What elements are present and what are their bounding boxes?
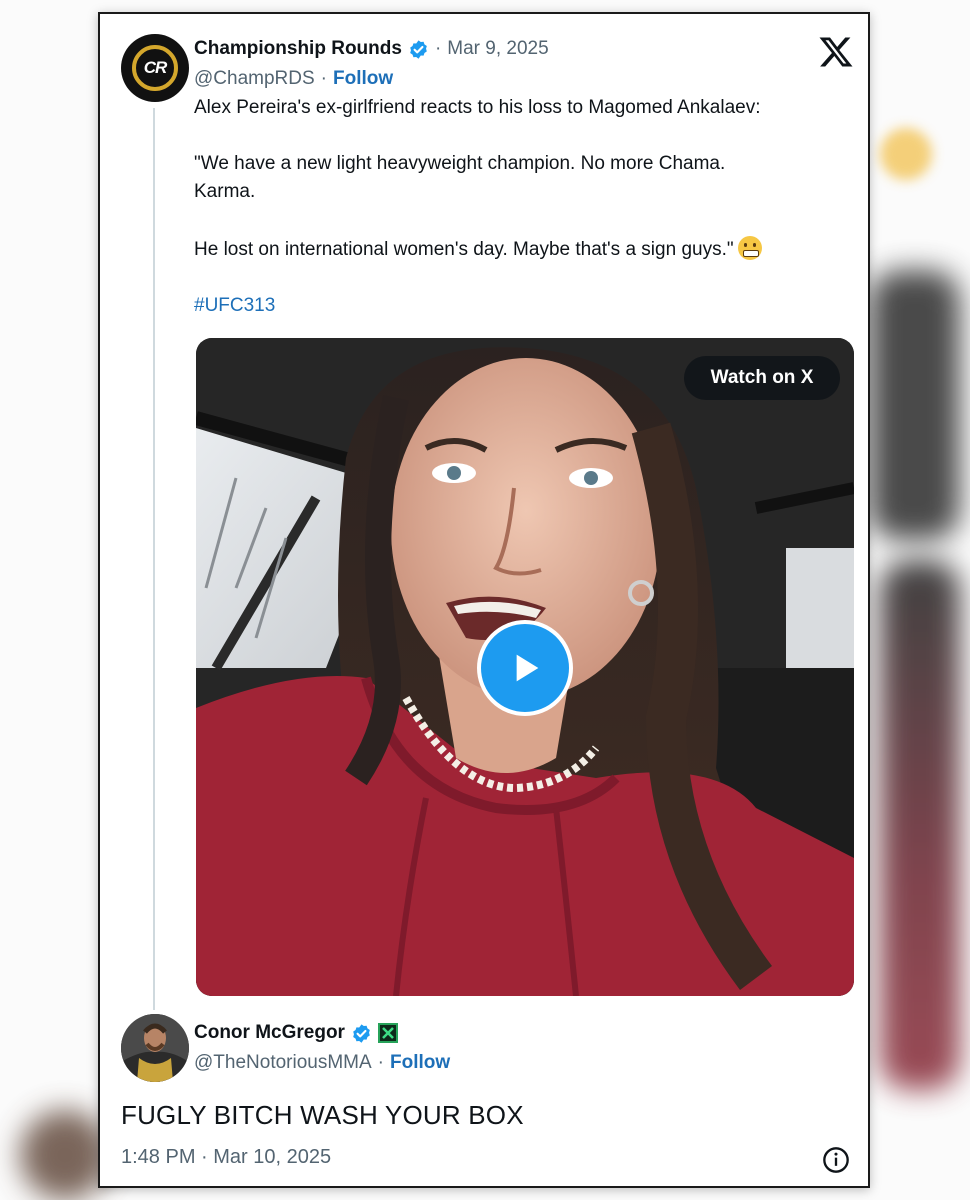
hashtag-link[interactable]: #UFC313 bbox=[194, 292, 275, 320]
watch-on-x-button[interactable]: Watch on X bbox=[684, 356, 840, 400]
reply-text: FUGLY BITCH WASH YOUR BOX bbox=[121, 1100, 524, 1130]
tweet-author-name[interactable]: Championship Rounds bbox=[194, 38, 402, 60]
separator-dot: · bbox=[377, 1052, 384, 1073]
tweet-text-line-4: He lost on international women's day. Ma… bbox=[194, 236, 762, 264]
avatar-logo: CR bbox=[132, 45, 178, 91]
reply-handle-row: @TheNotoriousMMA · Follow bbox=[194, 1050, 450, 1076]
tweet-text-quote-end: He lost on international women's day. Ma… bbox=[194, 239, 734, 260]
follow-button[interactable]: Follow bbox=[390, 1052, 450, 1074]
thread-connector-line bbox=[153, 108, 155, 1010]
tweet-text-line-1: Alex Pereira's ex-girlfriend reacts to h… bbox=[194, 97, 761, 118]
background-blur-right-bottom bbox=[880, 560, 960, 1090]
video-player[interactable]: Watch on X bbox=[196, 338, 854, 996]
play-icon bbox=[516, 654, 539, 682]
reply-author-handle[interactable]: @TheNotoriousMMA bbox=[194, 1052, 372, 1074]
affiliate-badge-icon bbox=[377, 1023, 398, 1043]
reply-author-row: Conor McGregor bbox=[194, 1020, 398, 1046]
background-blur-left bbox=[20, 1110, 110, 1200]
verified-badge-icon bbox=[353, 1023, 370, 1043]
grinning-emoji-icon bbox=[737, 236, 762, 260]
tweet-date[interactable]: Mar 9, 2025 bbox=[447, 38, 548, 60]
tweet-card: CR Championship Rounds · Mar 9, 2025 @Ch… bbox=[98, 12, 870, 1188]
avatar-photo bbox=[121, 1014, 189, 1082]
reply-timestamp[interactable]: 1:48 PM · Mar 10, 2025 bbox=[121, 1146, 331, 1169]
follow-button[interactable]: Follow bbox=[333, 68, 393, 90]
tweet-author-row: Championship Rounds · Mar 9, 2025 bbox=[194, 36, 549, 62]
x-logo-icon[interactable] bbox=[818, 34, 854, 70]
separator-dot: · bbox=[434, 38, 442, 59]
background-sun-decoration bbox=[880, 128, 932, 180]
verified-badge-icon bbox=[410, 39, 427, 59]
info-icon[interactable] bbox=[822, 1146, 850, 1174]
reply-author-name[interactable]: Conor McGregor bbox=[194, 1022, 345, 1044]
tweet-text-line-3: Karma. bbox=[194, 181, 256, 202]
play-button[interactable] bbox=[477, 620, 573, 716]
conor-mcgregor-avatar[interactable] bbox=[121, 1014, 189, 1082]
tweet-author-handle[interactable]: @ChampRDS bbox=[194, 68, 315, 90]
separator-dot: · bbox=[320, 68, 327, 89]
background-blur-right-top bbox=[870, 270, 960, 540]
championship-rounds-avatar[interactable]: CR bbox=[121, 34, 189, 102]
tweet-text-line-2: "We have a new light heavyweight champio… bbox=[194, 153, 726, 174]
tweet-handle-row: @ChampRDS · Follow bbox=[194, 66, 393, 92]
